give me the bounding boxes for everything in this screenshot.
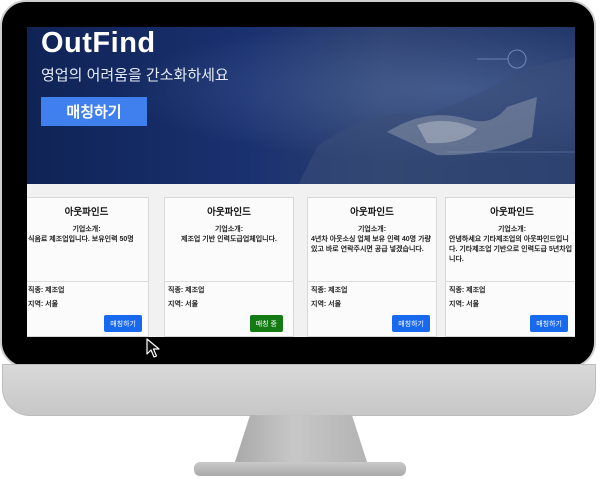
hero-banner: OutFind 영업의 어려움을 간소화하세요 매칭하기 bbox=[27, 27, 575, 184]
company-card: 아웃파인드 기업소개: 안녕하세요 기타제조업의 아웃파인드입니다. 기타제조업… bbox=[445, 197, 575, 337]
handshake-background-image bbox=[298, 49, 575, 184]
company-card: 아웃파인드 기업소개: 식음료 제조업입니다. 보유인력 50명 직종: 제조업… bbox=[27, 197, 149, 337]
card-region: 지역: 서울 bbox=[311, 301, 342, 308]
card-company-name: 아웃파인드 bbox=[350, 207, 394, 218]
card-company-name: 아웃파인드 bbox=[207, 207, 251, 218]
card-company-name: 아웃파인드 bbox=[64, 207, 109, 218]
monitor-screen: OutFind 영업의 어려움을 간소화하세요 매칭하기 아웃파인드 기업소개:… bbox=[27, 27, 575, 337]
card-intro-text: 안녕하세요 기타제조업의 아웃파인드입니다. 기타제조업 기반으로 인력도급 5… bbox=[449, 236, 573, 263]
company-card: 아웃파인드 기업소개: 4년차 아웃소싱 업체 보유 인력 40명 가량 있고 … bbox=[307, 197, 437, 337]
hero-subtitle: 영업의 어려움을 간소화하세요 bbox=[41, 67, 229, 84]
hero-match-button[interactable]: 매칭하기 bbox=[41, 97, 147, 126]
company-card-list: 아웃파인드 기업소개: 식음료 제조업입니다. 보유인력 50명 직종: 제조업… bbox=[27, 184, 575, 337]
card-company-name: 아웃파인드 bbox=[490, 207, 534, 218]
card-match-button[interactable]: 매칭하기 bbox=[392, 315, 430, 332]
card-intro-label: 기업소개: bbox=[72, 226, 101, 233]
card-matching-button[interactable]: 매칭 중 bbox=[249, 315, 283, 332]
monitor-stand-base bbox=[194, 462, 406, 476]
card-industry: 직종: 제조업 bbox=[168, 287, 205, 294]
mouse-cursor-icon bbox=[146, 338, 160, 358]
card-region: 지역: 서울 bbox=[168, 301, 199, 308]
card-region: 지역: 서울 bbox=[449, 301, 480, 308]
card-region: 지역: 서울 bbox=[28, 301, 59, 308]
card-intro-label: 기업소개: bbox=[357, 226, 387, 233]
card-intro-text: 식음료 제조업입니다. 보유인력 50명 bbox=[28, 236, 134, 243]
monitor-chin bbox=[2, 364, 596, 416]
hero-title: OutFind bbox=[41, 27, 156, 59]
card-match-button[interactable]: 매칭하기 bbox=[104, 315, 142, 332]
card-intro-label: 기업소개: bbox=[214, 226, 244, 233]
card-industry: 직종: 제조업 bbox=[311, 287, 348, 294]
card-intro-text: 4년차 아웃소싱 업체 보유 인력 40명 가량 있고 바로 연락주시면 공급 … bbox=[311, 236, 431, 253]
card-industry: 직종: 제조업 bbox=[28, 287, 65, 294]
card-intro-text: 제조업 기반 인력도급업체입니다. bbox=[181, 236, 277, 243]
card-intro-label: 기업소개: bbox=[497, 226, 527, 233]
monitor-stand-neck bbox=[234, 415, 368, 465]
card-industry: 직종: 제조업 bbox=[449, 287, 486, 294]
card-match-button[interactable]: 매칭하기 bbox=[530, 315, 568, 332]
company-card: 아웃파인드 기업소개: 제조업 기반 인력도급업체입니다. 직종: 제조업 지역… bbox=[164, 197, 294, 337]
